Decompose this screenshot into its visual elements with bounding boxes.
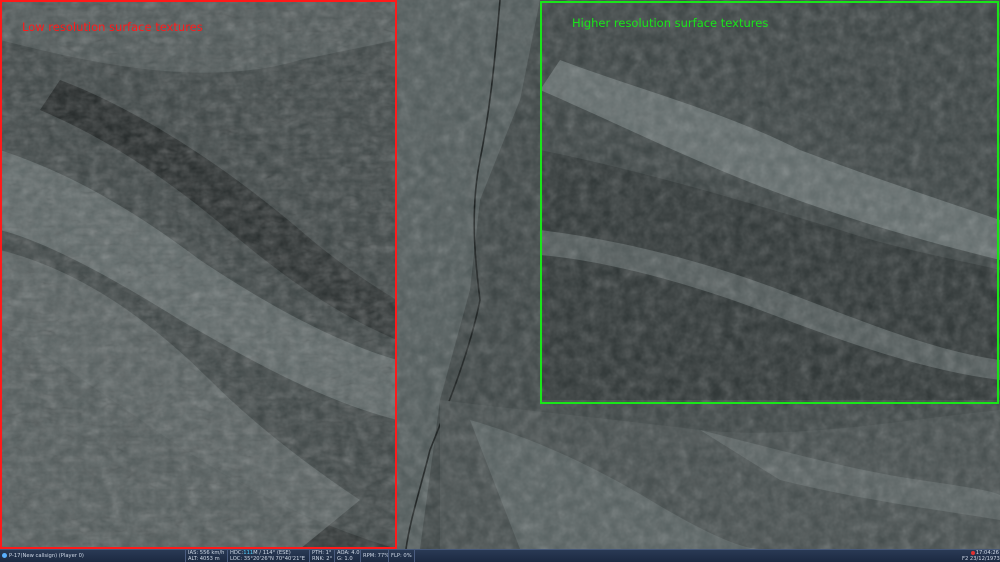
bank-readout: RNK: 2° <box>312 556 333 562</box>
status-bar: P-17(New callsign) (Player 0) IAS: 556 k… <box>0 549 1000 562</box>
record-icon <box>970 550 975 555</box>
g-readout: G: 1.0 <box>337 556 353 562</box>
rpm-readout: RPM: 77% <box>361 550 389 562</box>
status-heading-loc: HDC:111M / 114° (ESE) LOC: 35°20'26"N 70… <box>228 550 310 562</box>
high-res-region-box <box>540 1 999 404</box>
location-readout: LOC: 35°20'26"N 70°40'21"E <box>230 556 306 562</box>
high-res-label: Higher resolution surface textures <box>572 16 769 30</box>
callsign-text: P-17(New callsign) (Player 0) <box>9 553 84 559</box>
status-speed-alt: IAS: 556 km/h ALT: 4053 m <box>186 550 228 562</box>
sim-viewport: Low resolution surface textures Higher r… <box>0 0 1000 562</box>
alt-readout: ALT: 4053 m <box>188 556 220 562</box>
low-res-label: Low resolution surface textures <box>22 20 203 34</box>
status-pitch-bank: PTH: 1° RNK: 2° <box>310 550 335 562</box>
status-callsign[interactable]: P-17(New callsign) (Player 0) <box>0 550 186 562</box>
low-res-region-box <box>0 0 397 549</box>
flaps-readout: FLP: 0% <box>389 550 415 562</box>
status-time-date: 17:04:26 F2 23/12/1973 <box>960 550 1000 562</box>
date-readout: F2 23/12/1973 <box>962 556 1000 562</box>
aircraft-icon <box>2 553 7 558</box>
status-aoa-g: AOA: 4.0° G: 1.0 <box>335 550 361 562</box>
